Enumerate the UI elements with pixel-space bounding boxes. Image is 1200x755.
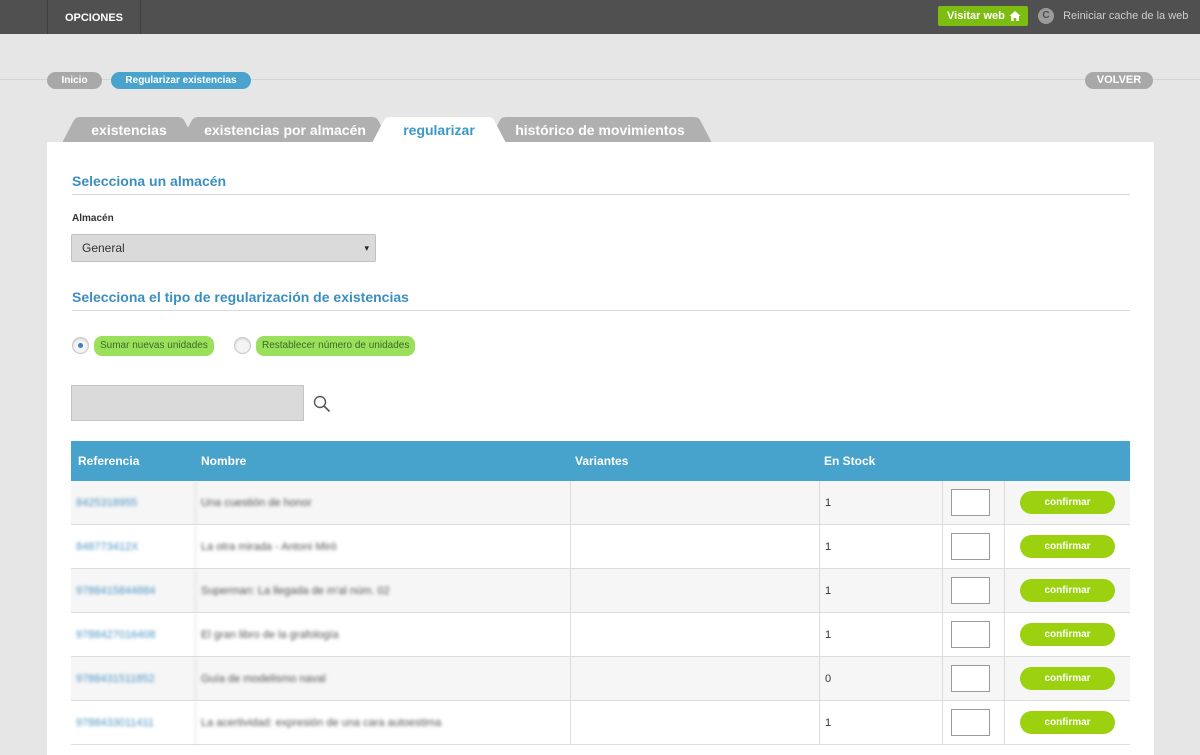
products-table: Referencia Nombre Variantes En Stock 842…	[71, 441, 1130, 745]
quantity-input[interactable]	[951, 577, 990, 604]
product-reference-link[interactable]: 848773412X	[71, 525, 195, 569]
regularization-section-title: Selecciona el tipo de regularización de …	[72, 289, 409, 305]
section-divider	[72, 194, 1130, 195]
radio-sumar-unidades[interactable]: Sumar nuevas unidades	[70, 334, 220, 358]
visit-web-label: Visitar web	[947, 10, 1005, 22]
product-variants	[570, 525, 819, 569]
search-icon[interactable]	[313, 395, 331, 413]
quantity-cell	[942, 481, 1004, 525]
table-row: 9788433011411 La acertividad: expresión …	[71, 701, 1130, 745]
reset-cache-label: Reiniciar cache de la web	[1063, 10, 1189, 23]
product-stock: 1	[819, 525, 942, 569]
breadcrumb-home[interactable]: Inicio	[47, 72, 102, 89]
table-header: Referencia Nombre Variantes En Stock	[71, 441, 1130, 481]
product-variants	[570, 613, 819, 657]
tab-label: existencias	[91, 122, 167, 138]
table-row: 848773412X La otra mirada - Antoni Miró …	[71, 525, 1130, 569]
tab-label: regularizar	[403, 122, 475, 138]
action-cell: confirmar	[1004, 481, 1130, 525]
radio-restablecer-unidades[interactable]: Restablecer número de unidades	[232, 334, 427, 358]
quantity-cell	[942, 525, 1004, 569]
product-name: Una cuestión de honor	[195, 481, 570, 525]
radio-label: Sumar nuevas unidades	[94, 336, 214, 356]
home-icon	[1009, 11, 1021, 21]
product-variants	[570, 481, 819, 525]
confirm-button[interactable]: confirmar	[1020, 711, 1115, 734]
quantity-input[interactable]	[951, 533, 990, 560]
product-variants	[570, 701, 819, 745]
column-header-en-stock[interactable]: En Stock	[824, 441, 875, 481]
search-input[interactable]	[71, 385, 304, 421]
column-header-nombre[interactable]: Nombre	[201, 441, 246, 481]
warehouse-select[interactable]: General ▾	[71, 234, 376, 262]
tab-existencias[interactable]: existencias	[62, 117, 196, 143]
confirm-button[interactable]: confirmar	[1020, 667, 1115, 690]
product-name: El gran libro de la grafología	[195, 613, 570, 657]
column-header-referencia[interactable]: Referencia	[78, 441, 139, 481]
product-variants	[570, 657, 819, 701]
product-reference-link[interactable]: 9788427016408	[71, 613, 195, 657]
warehouse-selected-value: General	[82, 241, 125, 255]
refresh-icon: C	[1038, 8, 1054, 25]
product-stock: 1	[819, 613, 942, 657]
quantity-cell	[942, 569, 1004, 613]
product-stock: 1	[819, 481, 942, 525]
product-reference-link[interactable]: 9788431511852	[71, 657, 195, 701]
tab-existencias-por-almacen[interactable]: existencias por almacén	[180, 117, 390, 143]
action-cell: confirmar	[1004, 701, 1130, 745]
product-name: La acertividad: expresión de una cara au…	[195, 701, 570, 745]
tab-regularizar[interactable]: regularizar	[372, 117, 506, 143]
column-header-variantes[interactable]: Variantes	[575, 441, 628, 481]
quantity-cell	[942, 701, 1004, 745]
product-reference-link[interactable]: 8425318955	[71, 481, 195, 525]
radio-button-selected[interactable]	[72, 337, 89, 354]
reset-cache-link[interactable]: C Reiniciar cache de la web	[1038, 8, 1189, 25]
visit-web-button[interactable]: Visitar web	[938, 6, 1028, 26]
quantity-input[interactable]	[951, 709, 990, 736]
back-button[interactable]: VOLVER	[1085, 72, 1153, 89]
product-stock: 1	[819, 569, 942, 613]
tab-label: existencias por almacén	[204, 122, 366, 138]
product-name: Superman: La llegada de m'al núm. 02	[195, 569, 570, 613]
action-cell: confirmar	[1004, 613, 1130, 657]
quantity-input[interactable]	[951, 489, 990, 516]
confirm-button[interactable]: confirmar	[1020, 579, 1115, 602]
warehouse-field-label: Almacén	[72, 213, 114, 224]
section-divider	[72, 310, 1130, 311]
chevron-down-icon: ▾	[364, 243, 369, 253]
action-cell: confirmar	[1004, 569, 1130, 613]
warehouse-section-title: Selecciona un almacén	[72, 173, 227, 189]
confirm-button[interactable]: confirmar	[1020, 535, 1115, 558]
options-menu[interactable]: OPCIONES	[47, 0, 141, 34]
product-reference-link[interactable]: 9788433011411	[71, 701, 195, 745]
breadcrumb-current: Regularizar existencias	[111, 72, 251, 89]
quantity-cell	[942, 613, 1004, 657]
product-variants	[570, 569, 819, 613]
table-row: 9788415844884 Superman: La llegada de m'…	[71, 569, 1130, 613]
action-cell: confirmar	[1004, 525, 1130, 569]
table-row: 9788427016408 El gran libro de la grafol…	[71, 613, 1130, 657]
table-row: 9788431511852 Guía de modelismo naval 0 …	[71, 657, 1130, 701]
product-stock: 0	[819, 657, 942, 701]
tab-historico-movimientos[interactable]: histórico de movimientos	[488, 117, 712, 143]
product-reference-link[interactable]: 9788415844884	[71, 569, 195, 613]
table-row: 8425318955 Una cuestión de honor 1 confi…	[71, 481, 1130, 525]
radio-button[interactable]	[234, 337, 251, 354]
tab-label: histórico de movimientos	[515, 122, 685, 138]
quantity-input[interactable]	[951, 621, 990, 648]
radio-label: Restablecer número de unidades	[256, 336, 416, 356]
confirm-button[interactable]: confirmar	[1020, 623, 1115, 646]
quantity-cell	[942, 657, 1004, 701]
confirm-button[interactable]: confirmar	[1020, 491, 1115, 514]
product-stock: 1	[819, 701, 942, 745]
top-bar: OPCIONES Visitar web C Reiniciar cache d…	[0, 0, 1200, 34]
product-name: Guía de modelismo naval	[195, 657, 570, 701]
product-name: La otra mirada - Antoni Miró	[195, 525, 570, 569]
quantity-input[interactable]	[951, 665, 990, 692]
action-cell: confirmar	[1004, 657, 1130, 701]
